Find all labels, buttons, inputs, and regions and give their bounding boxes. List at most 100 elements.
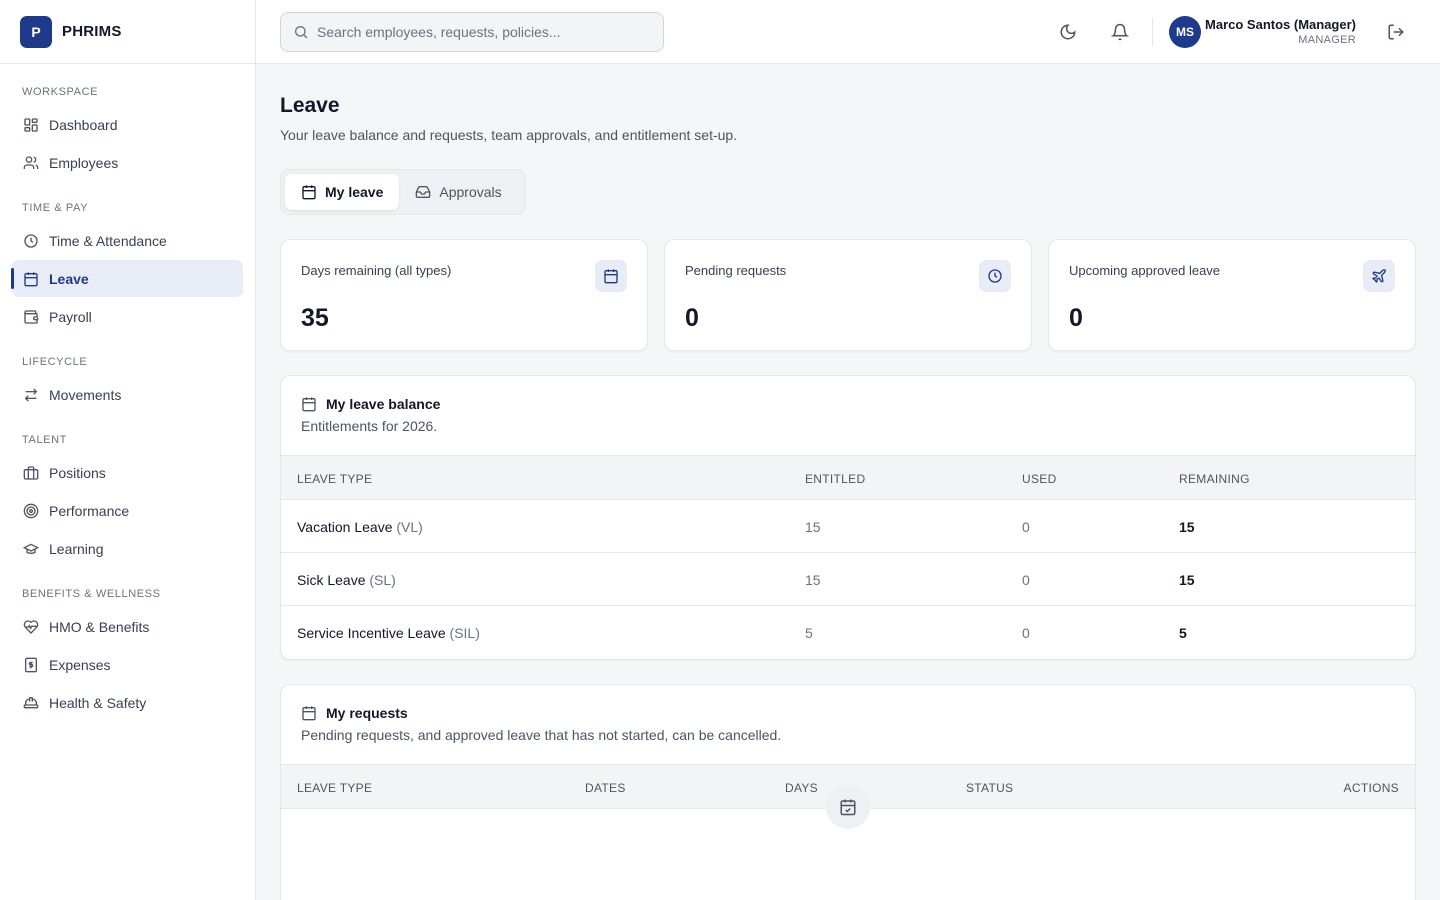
leave-type-name: Service Incentive Leave [297, 625, 446, 641]
sidebar-item-payroll[interactable]: Payroll [12, 298, 243, 335]
stat-label: Pending requests [685, 263, 787, 278]
column-header: LEAVE TYPE [297, 781, 373, 795]
theme-toggle-button[interactable] [1056, 20, 1080, 44]
avatar[interactable]: MS [1169, 16, 1201, 48]
leave-type-name: Vacation Leave [297, 519, 393, 535]
sidebar-item-time-attendance[interactable]: Time & Attendance [12, 222, 243, 259]
sidebar-item-employees[interactable]: Employees [12, 144, 243, 181]
card-title: My leave balance [301, 396, 440, 412]
leave-balance-card: My leave balance Entitlements for 2026. … [280, 375, 1416, 660]
stat-value: 35 [301, 304, 329, 332]
calendar-icon [22, 270, 40, 288]
column-header: STATUS [966, 781, 1014, 795]
column-header: REMAINING [1179, 472, 1250, 486]
column-header: ENTITLED [805, 472, 866, 486]
leave-type-name: Sick Leave [297, 572, 366, 588]
card-title-text: My requests [326, 705, 408, 721]
plane-icon [1363, 260, 1395, 292]
stat-card-days-remaining: Days remaining (all types) 35 [280, 239, 648, 351]
sidebar: P PHRIMS WORKSPACE Dashboard Employees T… [0, 0, 256, 900]
sidebar-item-performance[interactable]: Performance [12, 492, 243, 529]
tab-approvals[interactable]: Approvals [399, 174, 517, 210]
card-header: My requests Pending requests, and approv… [281, 685, 1415, 765]
calendar-icon [595, 260, 627, 292]
leave-type-code: (SL) [369, 572, 396, 588]
sidebar-item-movements[interactable]: Movements [12, 376, 243, 413]
sidebar-item-dashboard[interactable]: Dashboard [12, 106, 243, 143]
sidebar-item-health-safety[interactable]: Health & Safety [12, 684, 243, 721]
sidebar-item-label: Payroll [49, 308, 92, 325]
sidebar-item-hmo-benefits[interactable]: HMO & Benefits [12, 608, 243, 645]
sidebar-item-label: Expenses [49, 656, 111, 673]
sidebar-item-label: HMO & Benefits [49, 618, 150, 635]
stat-label: Upcoming approved leave [1069, 263, 1221, 278]
tab-my-leave[interactable]: My leave [285, 174, 400, 210]
entitled-cell: 15 [805, 519, 821, 535]
calendar-icon [301, 705, 317, 721]
page-title: Leave [280, 94, 340, 117]
remaining-cell: 15 [1179, 519, 1195, 535]
used-cell: 0 [1022, 519, 1030, 535]
remaining-cell: 15 [1179, 572, 1195, 588]
sidebar-item-positions[interactable]: Positions [12, 454, 243, 491]
column-header: DAYS [785, 781, 818, 795]
calendar-check-icon [826, 785, 870, 829]
search-icon [293, 24, 309, 40]
moon-icon [1059, 23, 1077, 41]
table-row: Vacation Leave (VL) 15 0 15 [281, 500, 1415, 553]
clock-icon [979, 260, 1011, 292]
tab-label: Approvals [439, 184, 502, 200]
sidebar-item-learning[interactable]: Learning [12, 530, 243, 567]
clock-icon [22, 232, 40, 250]
briefcase-icon [22, 464, 40, 482]
sidebar-item-leave[interactable]: Leave [11, 260, 243, 297]
brand[interactable]: P PHRIMS [0, 0, 255, 64]
table-row: Service Incentive Leave (SIL) 5 0 5 [281, 606, 1415, 659]
used-cell: 0 [1022, 625, 1030, 641]
calendar-icon [301, 396, 317, 412]
search-box[interactable] [280, 12, 664, 52]
brand-name: PHRIMS [62, 23, 122, 40]
sidebar-item-label: Performance [49, 502, 130, 519]
users-icon [22, 154, 40, 172]
sidebar-item-label: Learning [49, 540, 104, 557]
sidebar-item-label: Time & Attendance [49, 232, 167, 249]
inbox-icon [415, 184, 431, 200]
topbar: MS Marco Santos (Manager) MANAGER [256, 0, 1440, 64]
dashboard-icon [22, 116, 40, 134]
hard-hat-icon [22, 694, 40, 712]
leave-type-cell: Vacation Leave (VL) [297, 519, 423, 535]
sidebar-nav: WORKSPACE Dashboard Employees TIME & PAY… [0, 84, 255, 721]
sidebar-item-label: Leave [49, 270, 89, 287]
card-title-text: My leave balance [326, 396, 441, 412]
sidebar-item-label: Employees [49, 154, 119, 171]
brand-logo: P [20, 15, 52, 48]
entitled-cell: 15 [805, 572, 821, 588]
section-label-time-pay: TIME & PAY [22, 202, 89, 214]
leave-type-cell: Sick Leave (SL) [297, 572, 396, 588]
search-input[interactable] [317, 24, 647, 40]
leave-type-code: (VL) [396, 519, 423, 535]
stat-value: 0 [685, 304, 699, 332]
sidebar-item-expenses[interactable]: Expenses [12, 646, 243, 683]
logout-button[interactable] [1384, 20, 1408, 44]
section-label-talent: TALENT [22, 434, 67, 446]
section-label-benefits: BENEFITS & WELLNESS [22, 588, 161, 600]
sidebar-item-label: Movements [49, 386, 122, 403]
user-role: MANAGER [1298, 34, 1356, 46]
column-header: ACTIONS [1343, 781, 1399, 795]
page-subtitle: Your leave balance and requests, team ap… [280, 127, 738, 143]
stat-card-upcoming-leave: Upcoming approved leave 0 [1048, 239, 1416, 351]
table-row: Sick Leave (SL) 15 0 15 [281, 553, 1415, 606]
sidebar-item-label: Health & Safety [49, 694, 147, 711]
heart-pulse-icon [22, 618, 40, 636]
stat-card-pending-requests: Pending requests 0 [664, 239, 1032, 351]
remaining-cell: 5 [1179, 625, 1187, 641]
receipt-dollar-icon [22, 656, 40, 674]
card-header: My leave balance Entitlements for 2026. [281, 376, 1415, 456]
card-title: My requests [301, 705, 408, 721]
logout-icon [1387, 23, 1405, 41]
notifications-button[interactable] [1108, 20, 1132, 44]
sidebar-item-label: Dashboard [49, 116, 118, 133]
column-header: LEAVE TYPE [297, 472, 373, 486]
